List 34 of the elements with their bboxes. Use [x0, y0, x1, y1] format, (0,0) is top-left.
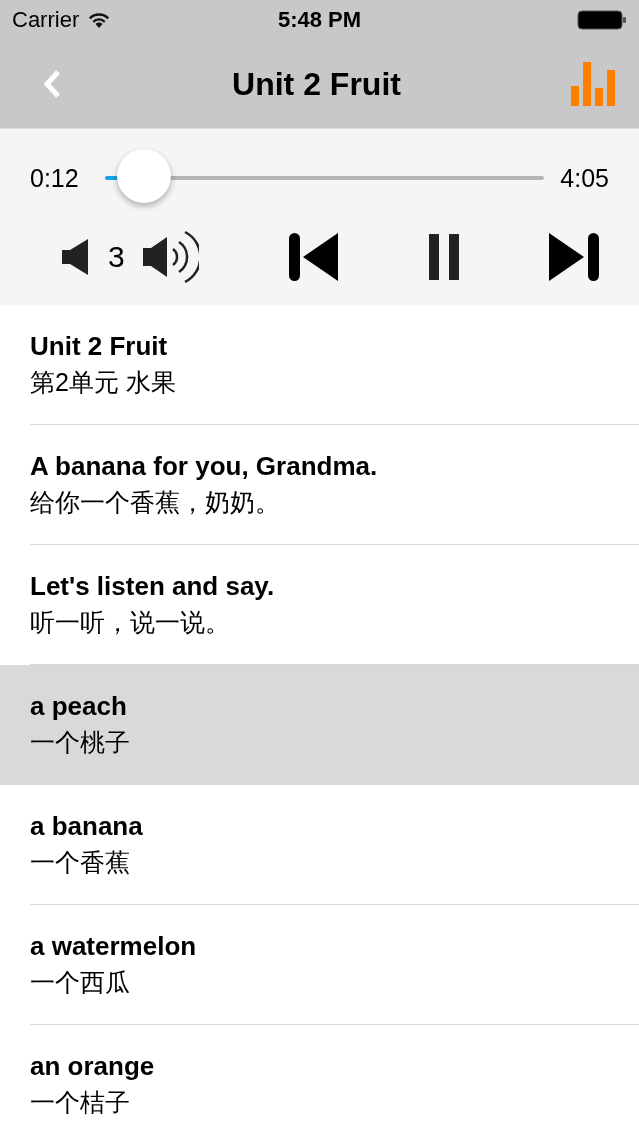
volume-up-icon[interactable] [142, 229, 199, 285]
screen-title: Unit 2 Fruit [232, 65, 401, 103]
english-text: Unit 2 Fruit [30, 331, 169, 362]
volume-level: 3 [108, 240, 125, 274]
status-time: 5:48 PM [277, 7, 362, 33]
list-item[interactable]: A banana for you, Grandma. 给你一个香蕉，奶奶。 [0, 425, 639, 545]
list-item[interactable]: a banana 一个香蕉 [0, 785, 639, 905]
chinese-text: 一个西瓜 [30, 967, 131, 998]
list-item[interactable]: Unit 2 Fruit 第2单元 水果 [0, 305, 639, 425]
english-text: a banana [30, 811, 144, 842]
list-item[interactable]: a peach 一个桃子 [0, 665, 639, 785]
chinese-text: 一个香蕉 [30, 847, 131, 878]
next-icon[interactable] [548, 233, 599, 281]
list-item[interactable]: a watermelon 一个西瓜 [0, 905, 639, 1025]
chinese-text: 一个桔子 [30, 1087, 131, 1118]
carrier-name: Carrier [12, 7, 80, 33]
english-text: Let's listen and say. [30, 571, 276, 602]
slider-thumb[interactable] [116, 149, 171, 203]
duration-time: 4:05 [560, 163, 609, 193]
english-text: a peach [30, 691, 128, 722]
pause-icon[interactable] [428, 234, 459, 280]
chinese-text: 第2单元 水果 [30, 367, 177, 398]
elapsed-time: 0:12 [30, 163, 79, 193]
wifi-icon [87, 11, 112, 29]
battery-icon [577, 10, 627, 30]
chinese-text: 给你一个香蕉，奶奶。 [30, 487, 281, 518]
english-text: A banana for you, Grandma. [30, 451, 379, 482]
english-text: a watermelon [30, 931, 198, 962]
previous-icon[interactable] [288, 233, 339, 281]
volume-down-icon[interactable] [62, 239, 90, 275]
chinese-text: 听一听，说一说。 [30, 607, 231, 638]
chinese-text: 一个桃子 [30, 727, 131, 758]
english-text: an orange [30, 1051, 156, 1082]
list-item[interactable]: Let's listen and say. 听一听，说一说。 [0, 545, 639, 665]
